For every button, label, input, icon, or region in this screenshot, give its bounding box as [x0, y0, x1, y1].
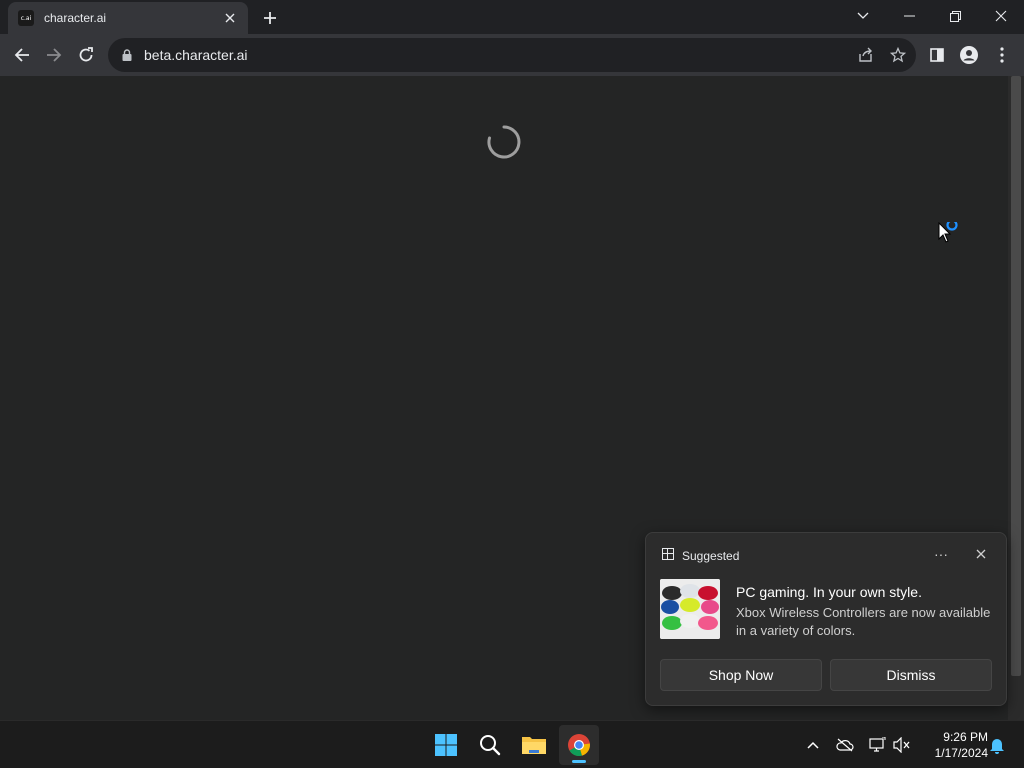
notification-body: Xbox Wireless Controllers are now availa… [736, 605, 991, 638]
scrollbar-thumb[interactable] [1011, 76, 1021, 676]
url-text: beta.character.ai [144, 47, 248, 63]
taskbar: 9:26 PM 1/17/2024 [0, 720, 1024, 768]
address-bar[interactable]: beta.character.ai [108, 38, 916, 72]
notification-more-icon[interactable]: ··· [930, 545, 952, 563]
tab-search-chevron-icon[interactable] [840, 0, 886, 32]
chrome-taskbar-icon[interactable] [559, 725, 599, 765]
notification-bell-icon[interactable] [985, 733, 1009, 757]
tab-title: character.ai [44, 11, 107, 25]
onedrive-offline-icon[interactable] [833, 733, 857, 757]
taskbar-clock[interactable]: 9:26 PM 1/17/2024 [918, 729, 988, 761]
loading-spinner-icon [487, 125, 521, 159]
tab-favicon: c.ai [18, 10, 34, 26]
minimize-icon[interactable] [886, 0, 932, 32]
profile-avatar-icon[interactable] [953, 39, 985, 71]
reload-icon[interactable] [70, 39, 102, 71]
share-icon[interactable] [854, 43, 878, 67]
bookmark-star-icon[interactable] [886, 43, 910, 67]
browser-toolbar: beta.character.ai [0, 34, 1024, 76]
clock-date: 1/17/2024 [934, 746, 988, 760]
restore-icon[interactable] [932, 0, 978, 32]
kebab-menu-icon[interactable] [986, 39, 1018, 71]
tab-character-ai[interactable]: c.ai character.ai [8, 2, 248, 34]
tab-strip: c.ai character.ai [0, 0, 1024, 34]
notification-header: Suggested [662, 547, 739, 565]
notification-close-icon[interactable] [972, 545, 990, 563]
page-scrollbar[interactable] [1008, 76, 1024, 720]
notification-headline: PC gaming. In your own style. [736, 584, 922, 600]
new-tab-plus-icon[interactable] [258, 6, 282, 30]
dismiss-button[interactable]: Dismiss [830, 659, 992, 691]
network-monitor-icon[interactable] [865, 733, 889, 757]
close-window-icon[interactable] [978, 0, 1024, 32]
shop-now-button[interactable]: Shop Now [660, 659, 822, 691]
notification-source-label: Suggested [682, 549, 740, 563]
file-explorer-folder-icon[interactable] [514, 725, 554, 765]
start-windows-icon[interactable] [426, 725, 466, 765]
side-panel-icon[interactable] [921, 39, 953, 71]
tab-close-icon[interactable] [222, 10, 238, 26]
volume-muted-icon[interactable] [890, 733, 914, 757]
suggested-app-icon [662, 547, 674, 565]
clock-time: 9:26 PM [943, 730, 988, 744]
suggested-notification: Suggested ··· PC gaming. In your own sty… [645, 532, 1007, 706]
controllers-thumbnail-image [660, 579, 720, 639]
forward-arrow-icon[interactable] [38, 39, 70, 71]
busy-cursor-icon [938, 222, 958, 243]
active-app-indicator [572, 760, 586, 763]
search-icon[interactable] [470, 725, 510, 765]
lock-icon[interactable] [120, 48, 134, 62]
tray-chevron-up-icon[interactable] [801, 733, 825, 757]
back-arrow-icon[interactable] [6, 39, 38, 71]
